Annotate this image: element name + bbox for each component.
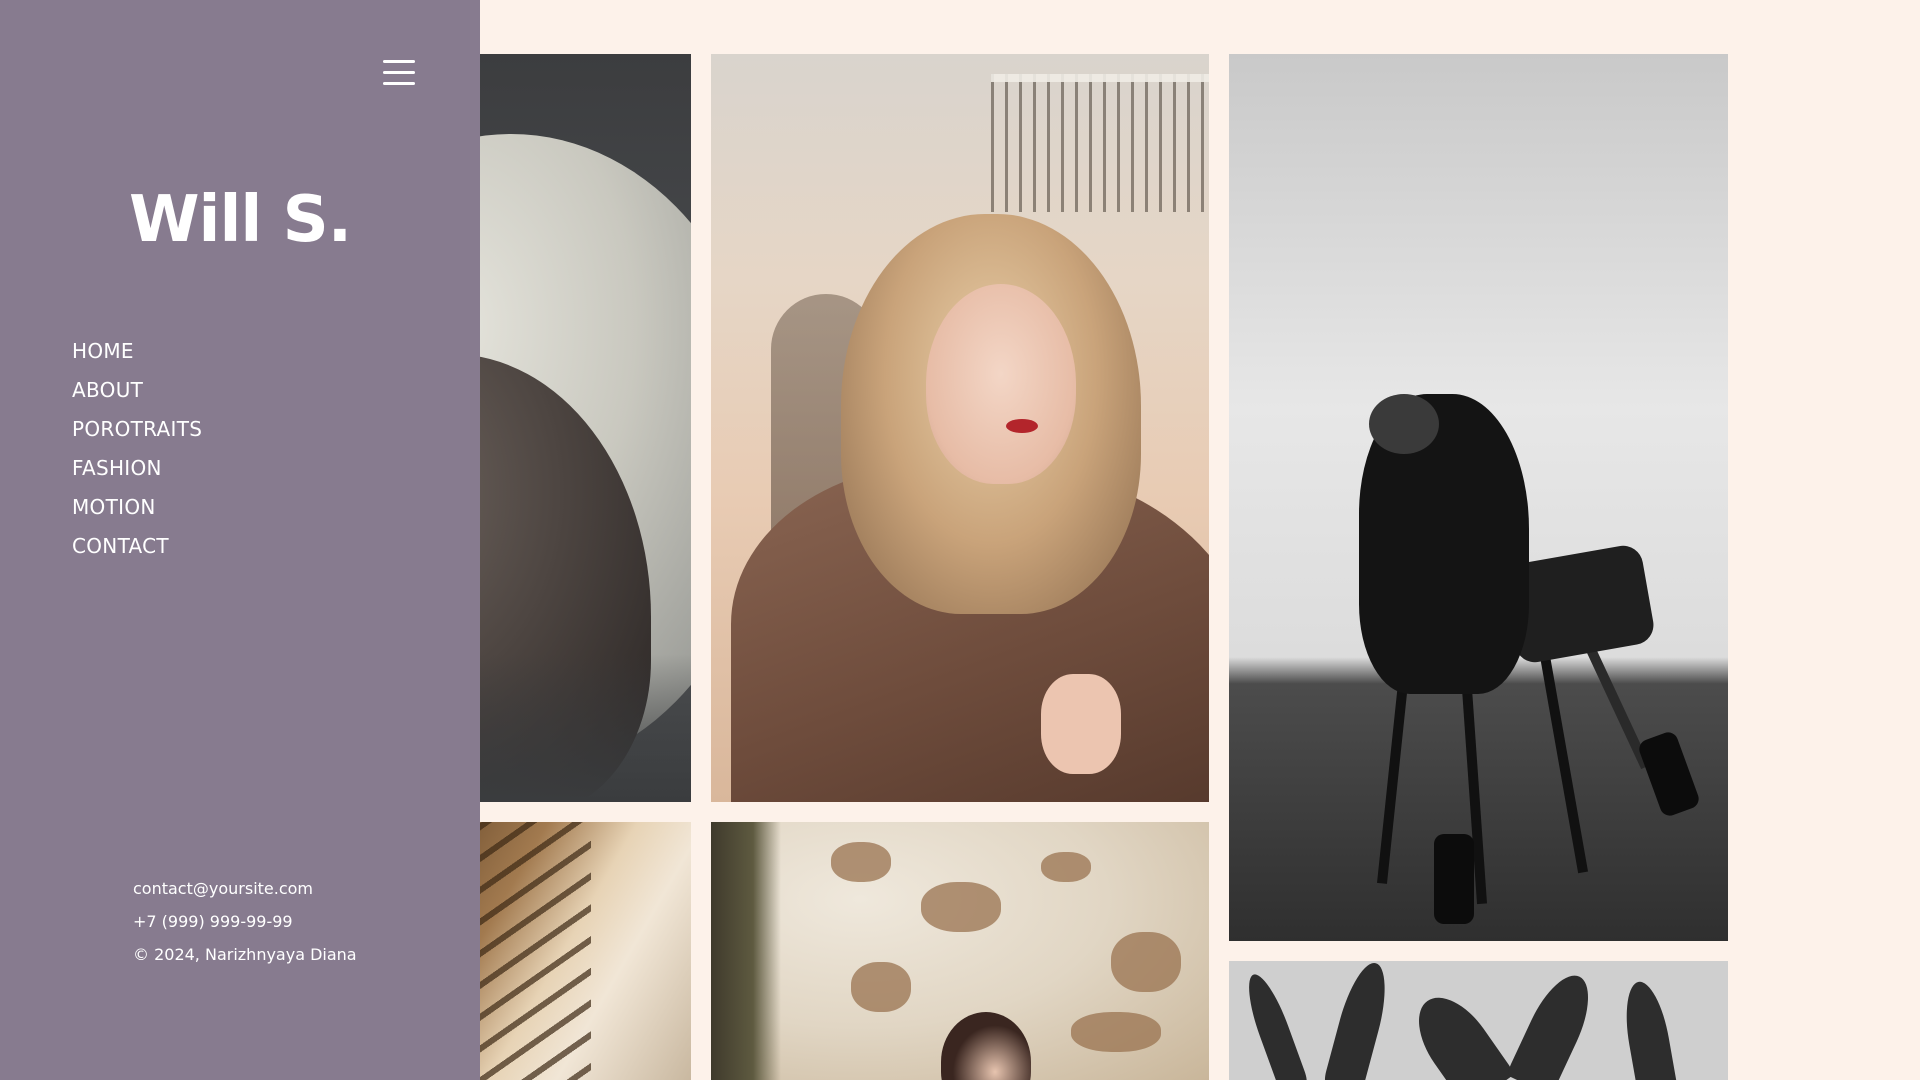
photo-lips-shape <box>1006 419 1038 433</box>
nav-item-about[interactable]: ABOUT <box>72 375 202 414</box>
nav-item-home[interactable]: HOME <box>72 336 202 375</box>
sidebar: Will S. HOME ABOUT POROTRAITS FASHION MO… <box>0 0 480 1080</box>
menu-line <box>383 60 415 63</box>
gallery-photo-woman-coat[interactable] <box>711 54 1209 802</box>
photo-balcony-shape <box>991 74 1209 212</box>
nav-item-motion[interactable]: MOTION <box>72 492 202 531</box>
photo-hand-shape <box>1041 674 1121 774</box>
portfolio-page: Will S. HOME ABOUT POROTRAITS FASHION MO… <box>0 0 1920 1080</box>
photo-stain-shape <box>831 842 891 882</box>
photo-leaf-shape <box>1322 961 1396 1080</box>
photo-stain-shape <box>851 962 911 1012</box>
nav-item-portraits[interactable]: POROTRAITS <box>72 414 202 453</box>
photo-face-shape <box>926 284 1076 484</box>
photo-stain-shape <box>1071 1012 1161 1052</box>
photo-head-shape <box>1369 394 1439 454</box>
photo-boot-shape <box>1636 729 1702 819</box>
chair-leg-shape <box>1539 654 1589 874</box>
gallery-photo-woman-wall[interactable] <box>711 822 1209 1080</box>
photo-leaf-shape <box>1618 978 1680 1080</box>
gallery-photo-woman-chair[interactable] <box>1229 54 1728 941</box>
contact-phone[interactable]: +7 (999) 999-99-99 <box>133 909 357 942</box>
site-logo[interactable]: Will S. <box>0 188 480 252</box>
photo-leaf-shape <box>1402 983 1516 1080</box>
hamburger-menu-icon[interactable] <box>383 59 417 87</box>
contact-email[interactable]: contact@yoursite.com <box>133 876 357 909</box>
menu-line <box>383 71 415 74</box>
photo-head-shape <box>941 1012 1031 1080</box>
contact-info: contact@yoursite.com +7 (999) 999-99-99 … <box>133 876 357 975</box>
photo-boot-shape <box>1434 834 1474 924</box>
photo-leaf-shape <box>1505 966 1603 1080</box>
gallery-photo-leaves[interactable] <box>1229 961 1728 1080</box>
menu-line <box>383 82 415 85</box>
photo-stain-shape <box>921 882 1001 932</box>
photo-leaf-shape <box>1239 969 1309 1080</box>
copyright-text: © 2024, Narizhnyaya Diana <box>133 945 357 964</box>
photo-plant-shape <box>711 822 781 1080</box>
photo-stain-shape <box>1111 932 1181 992</box>
nav-item-contact[interactable]: CONTACT <box>72 531 202 570</box>
nav-item-fashion[interactable]: FASHION <box>72 453 202 492</box>
main-nav: HOME ABOUT POROTRAITS FASHION MOTION CON… <box>72 336 202 570</box>
photo-stain-shape <box>1041 852 1091 882</box>
